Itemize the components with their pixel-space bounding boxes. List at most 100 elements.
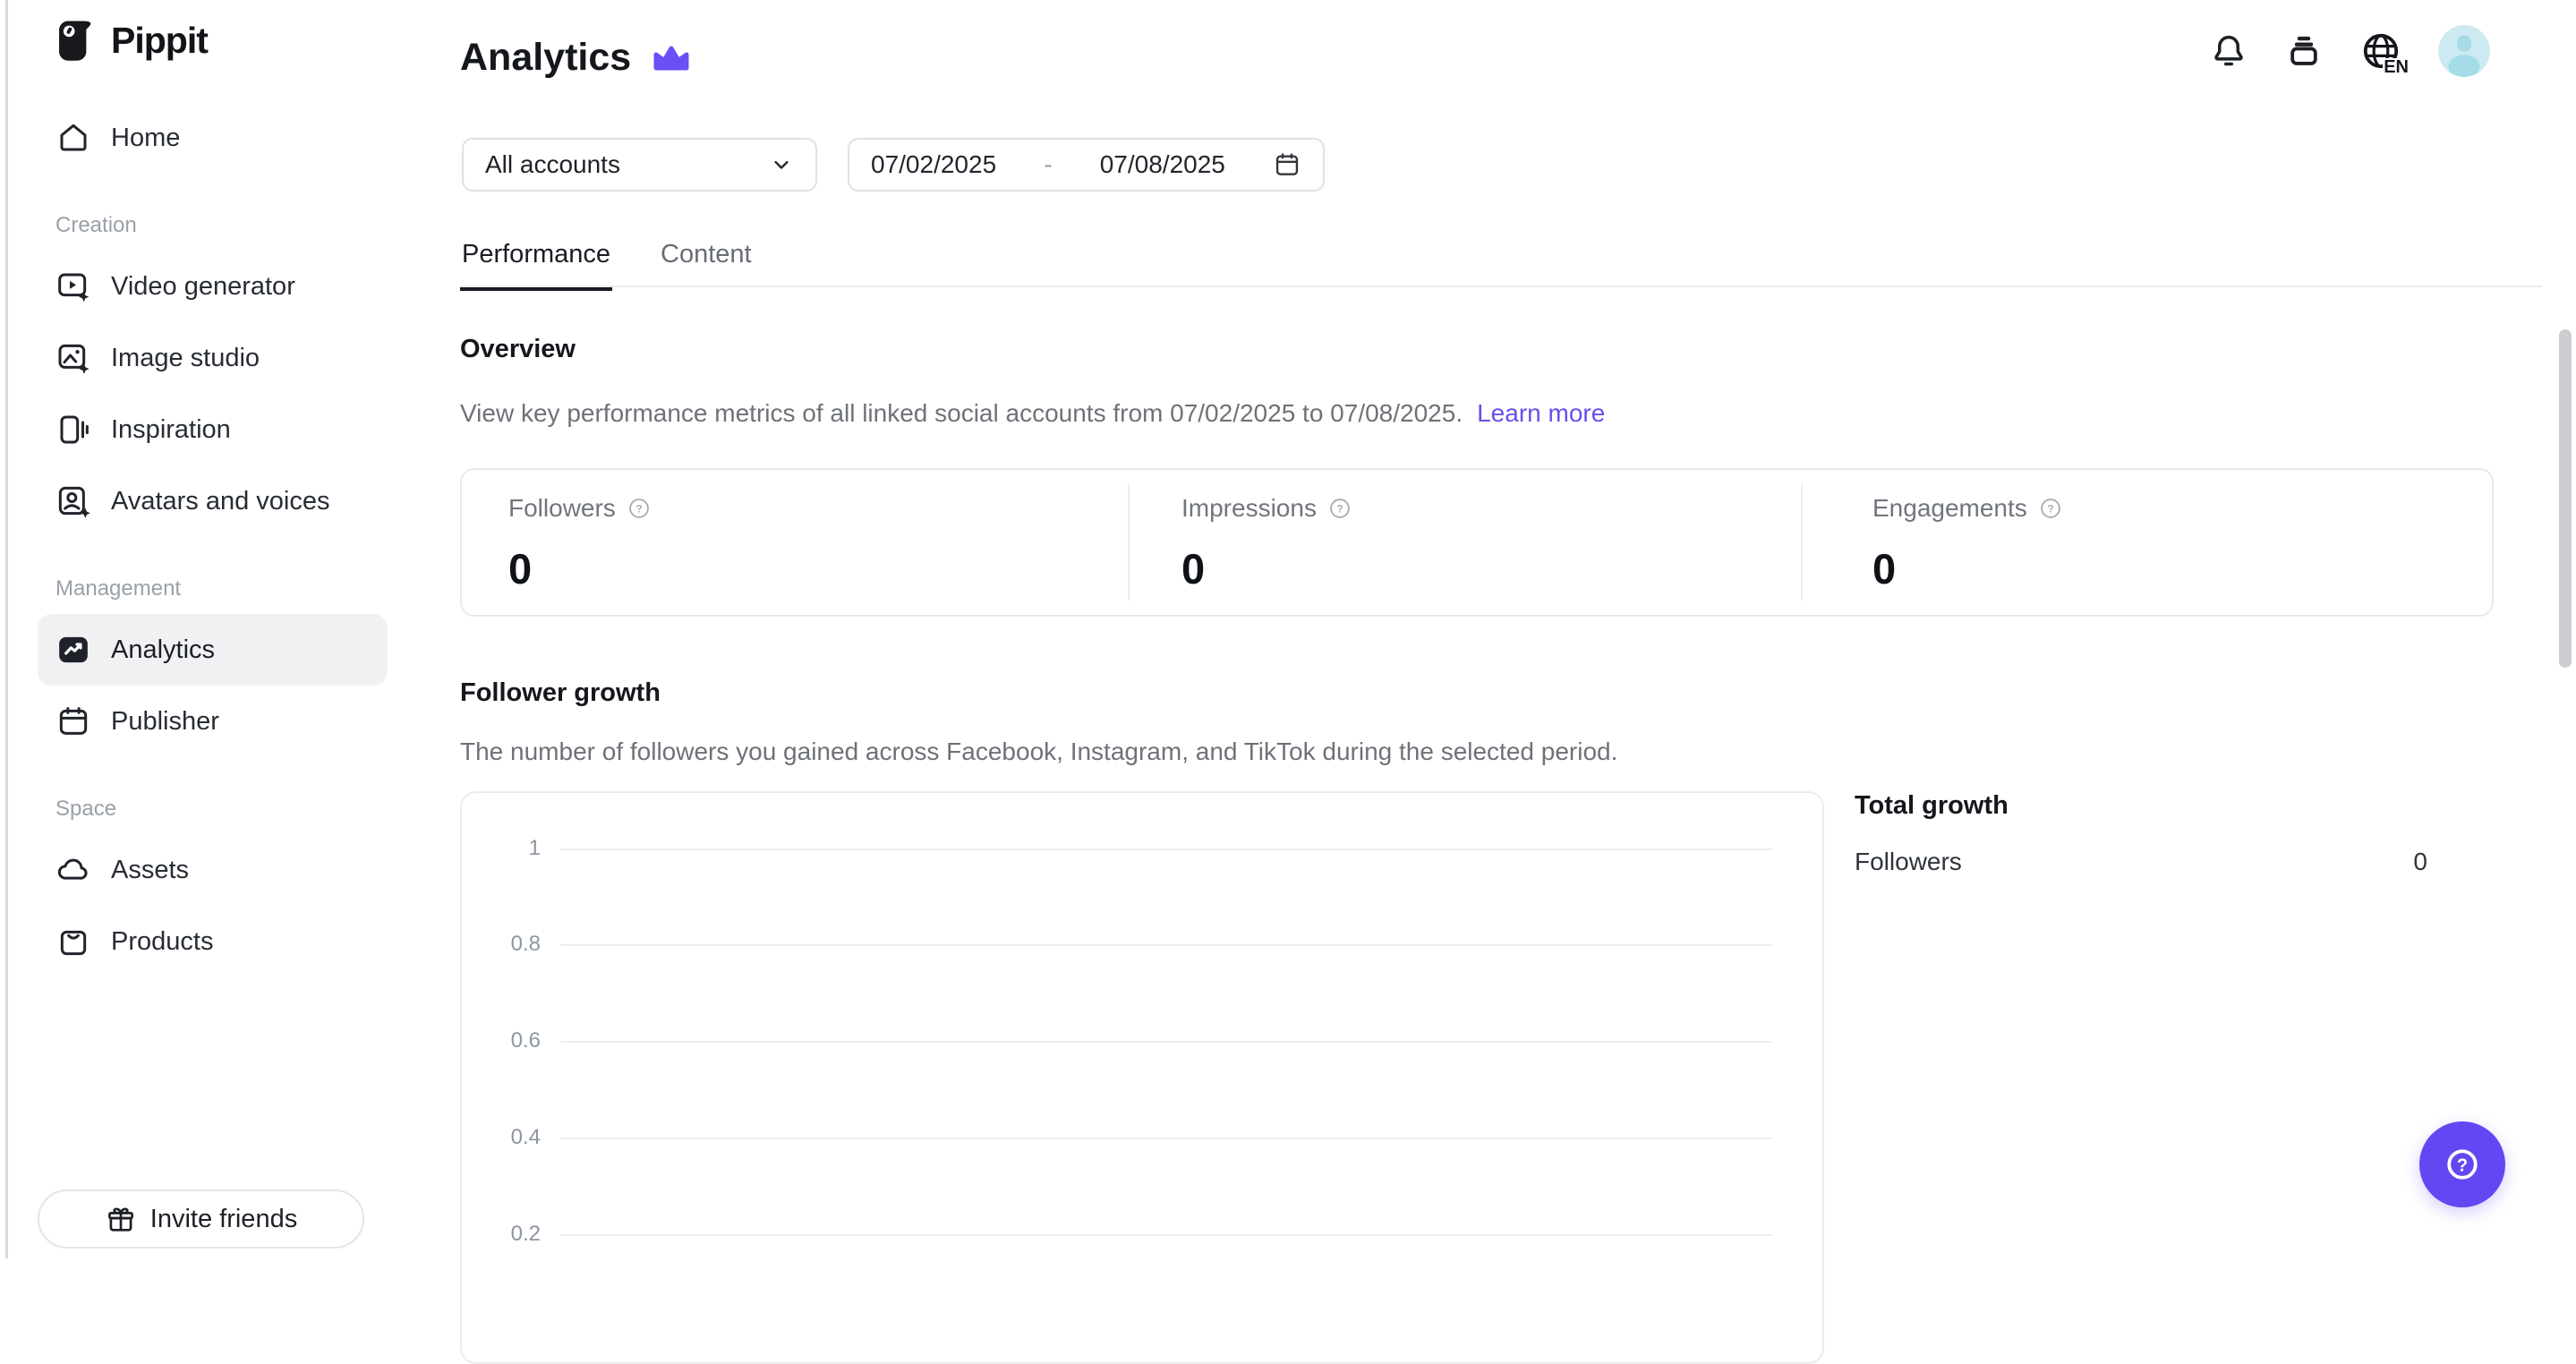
y-axis-tick-label: 0.4: [462, 1125, 541, 1150]
pippit-logo[interactable]: Pippit: [55, 18, 391, 63]
pippit-logo-icon: [55, 19, 97, 62]
metric-label-text: Engagements: [1872, 494, 2027, 523]
language-badge: EN: [2383, 58, 2410, 76]
follower-growth-chart: 1 0.8 0.6 0.4 0.2: [460, 791, 1824, 1364]
sidebar-item-assets[interactable]: Assets: [38, 834, 388, 906]
sidebar-item-label: Publisher: [111, 707, 219, 737]
y-axis-tick-label: 1: [462, 836, 541, 861]
sidebar-item-image-studio[interactable]: Image studio: [38, 322, 388, 394]
sidebar-item-label: Products: [111, 927, 213, 957]
header-icons: EN: [2209, 25, 2490, 77]
metric-value: 0: [1181, 544, 1801, 593]
help-question-icon: ?: [2439, 1141, 2486, 1188]
sidebar: Pippit Home Creation Video generator: [8, 0, 391, 1258]
page-title: Analytics: [460, 36, 694, 80]
sidebar-section-space: Space: [55, 797, 391, 822]
date-range-start: 07/02/2025: [871, 150, 996, 179]
gridline: [560, 1138, 1772, 1139]
filters-row: All accounts 07/02/2025 - 07/08/2025: [462, 138, 1325, 192]
sidebar-item-label: Avatars and voices: [111, 487, 330, 516]
metric-engagements: Engagements ? 0: [1801, 470, 2492, 615]
question-help-icon[interactable]: ?: [2038, 496, 2063, 521]
video-generator-icon: [55, 269, 91, 304]
gridline: [560, 1234, 1772, 1236]
account-select[interactable]: All accounts: [462, 138, 817, 192]
metric-impressions: Impressions ? 0: [1128, 470, 1801, 615]
gift-icon: [105, 1203, 137, 1235]
metric-value: 0: [508, 544, 1128, 593]
question-help-icon[interactable]: ?: [1327, 496, 1352, 521]
sidebar-item-video-generator[interactable]: Video generator: [38, 251, 388, 322]
svg-text:?: ?: [2457, 1156, 2468, 1176]
user-avatar[interactable]: [2438, 25, 2490, 77]
overview-heading: Overview: [460, 335, 576, 364]
analytics-icon: [55, 632, 91, 668]
tabs: Performance Content: [460, 240, 754, 291]
gridline: [560, 1041, 1772, 1043]
credits-stack-icon[interactable]: [2284, 31, 2324, 71]
page-scrollbar-thumb[interactable]: [2559, 329, 2572, 668]
y-axis-tick-label: 0.8: [462, 932, 541, 957]
gridline: [560, 944, 1772, 946]
learn-more-link[interactable]: Learn more: [1477, 399, 1605, 427]
invite-friends-button[interactable]: Invite friends: [38, 1189, 364, 1249]
home-icon: [55, 120, 91, 156]
metric-value: 0: [1872, 544, 2492, 593]
y-axis-tick-label: 0.6: [462, 1028, 541, 1053]
image-studio-icon: [55, 340, 91, 376]
chevron-down-icon: [769, 152, 794, 177]
sidebar-section-creation: Creation: [55, 213, 391, 238]
help-button[interactable]: ?: [2419, 1121, 2505, 1207]
gridline: [560, 848, 1772, 850]
page-title-text: Analytics: [460, 36, 631, 80]
metric-label-text: Followers: [508, 494, 616, 523]
total-growth-row: Followers 0: [1855, 848, 2427, 876]
sidebar-item-publisher[interactable]: Publisher: [38, 686, 388, 757]
sidebar-item-label: Analytics: [111, 635, 215, 665]
sidebar-item-label: Image studio: [111, 344, 260, 373]
notifications-bell-icon[interactable]: [2209, 31, 2248, 71]
svg-text:?: ?: [1336, 502, 1343, 515]
y-axis-tick-label: 0.2: [462, 1222, 541, 1247]
sidebar-section-management: Management: [55, 576, 391, 601]
tab-content[interactable]: Content: [659, 240, 754, 291]
account-select-value: All accounts: [485, 150, 620, 179]
avatars-icon: [55, 483, 91, 519]
sidebar-item-home[interactable]: Home: [38, 102, 388, 174]
inspiration-icon: [55, 412, 91, 448]
language-globe-icon[interactable]: EN: [2359, 30, 2402, 72]
products-bag-icon: [55, 924, 91, 959]
sidebar-item-products[interactable]: Products: [38, 906, 388, 977]
overview-metrics-card: Followers ? 0 Impressions ? 0 Engagement…: [460, 468, 2494, 617]
app-name: Pippit: [111, 20, 208, 62]
follower-growth-heading: Follower growth: [460, 678, 661, 708]
invite-friends-label: Invite friends: [150, 1205, 297, 1234]
metric-followers: Followers ? 0: [462, 470, 1128, 615]
sidebar-item-avatars-voices[interactable]: Avatars and voices: [38, 465, 388, 537]
sidebar-nav: Home Creation Video generator: [55, 102, 391, 977]
sidebar-item-inspiration[interactable]: Inspiration: [38, 394, 388, 465]
date-range-picker[interactable]: 07/02/2025 - 07/08/2025: [848, 138, 1325, 192]
overview-description-text: View key performance metrics of all link…: [460, 399, 1463, 427]
total-growth-panel: Total growth Followers 0: [1855, 791, 2427, 876]
metric-label-text: Impressions: [1181, 494, 1317, 523]
assets-cloud-icon: [55, 852, 91, 888]
crown-icon: [649, 42, 694, 74]
sidebar-item-analytics[interactable]: Analytics: [38, 614, 388, 686]
total-growth-heading: Total growth: [1855, 791, 2427, 821]
question-help-icon[interactable]: ?: [627, 496, 652, 521]
calendar-icon: [1273, 150, 1301, 179]
tabs-divider: [460, 286, 2542, 287]
sidebar-item-label: Video generator: [111, 272, 295, 302]
sidebar-item-label: Inspiration: [111, 415, 231, 445]
publisher-calendar-icon: [55, 703, 91, 739]
follower-growth-description: The number of followers you gained acros…: [460, 737, 1617, 766]
sidebar-item-label: Home: [111, 124, 180, 153]
overview-description: View key performance metrics of all link…: [460, 399, 1605, 428]
date-range-separator: -: [1044, 150, 1052, 179]
total-growth-row-label: Followers: [1855, 848, 1962, 876]
svg-text:?: ?: [635, 502, 642, 515]
sidebar-item-label: Assets: [111, 856, 189, 885]
total-growth-row-value: 0: [2413, 848, 2427, 876]
tab-performance[interactable]: Performance: [460, 240, 612, 291]
